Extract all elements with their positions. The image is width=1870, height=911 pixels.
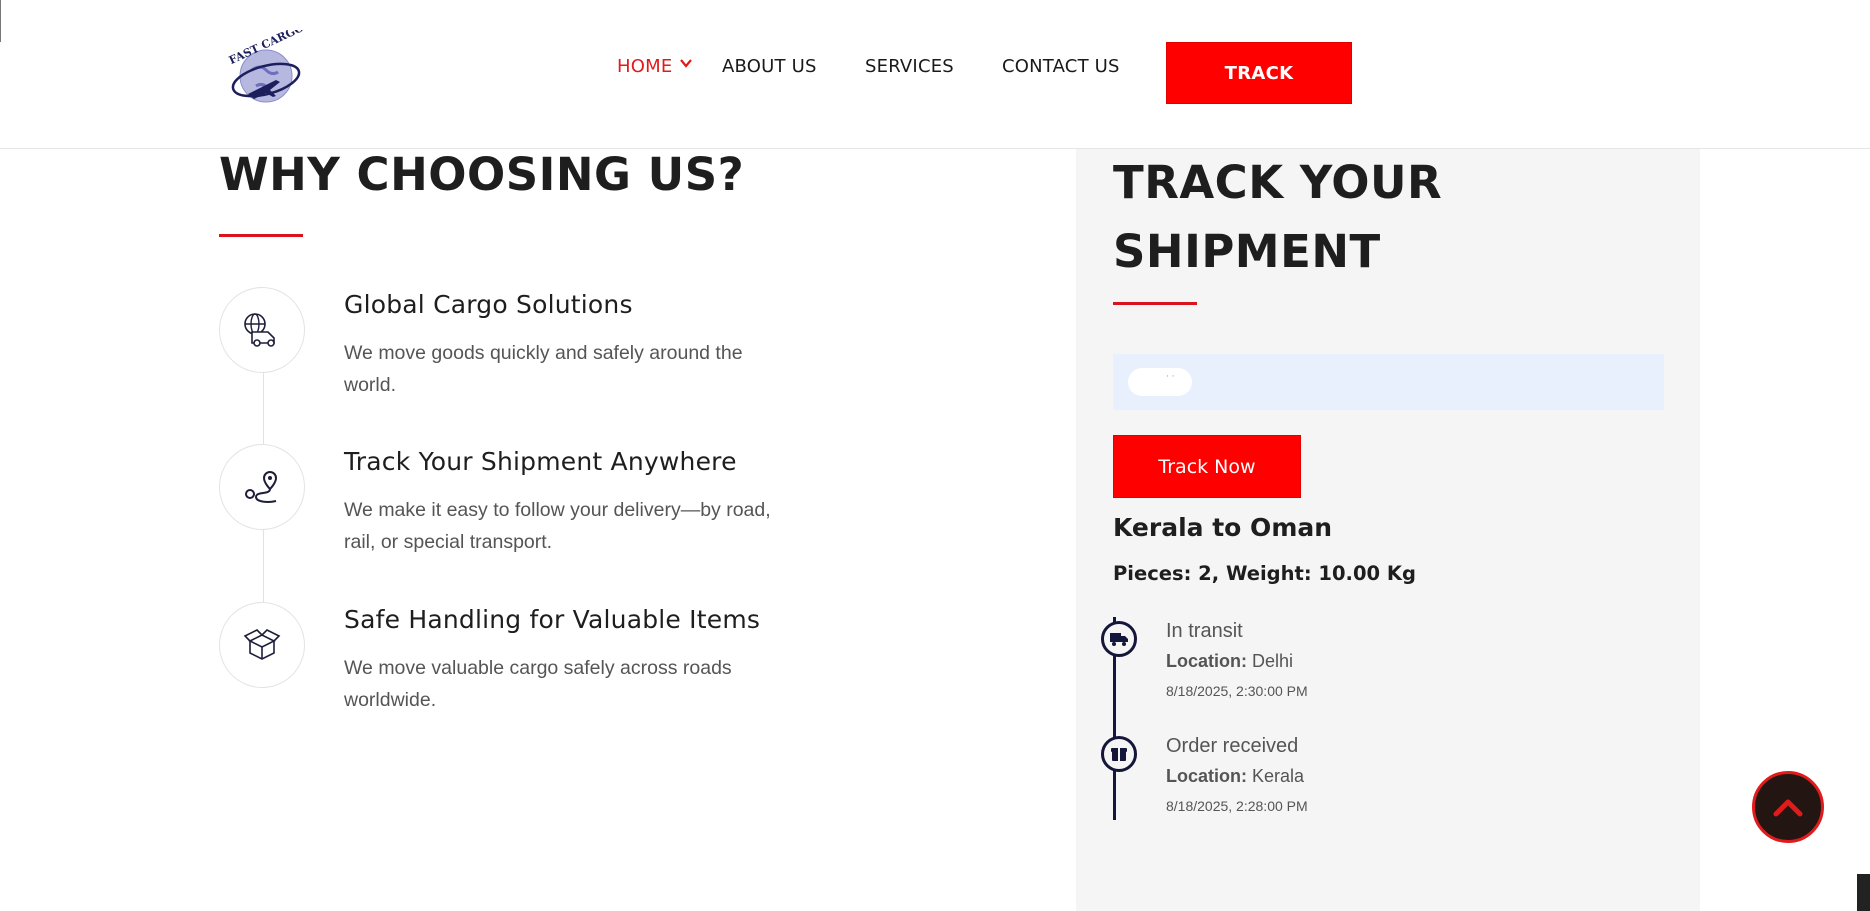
track-shipment-title: TRACK YOUR SHIPMENT [1113, 156, 1443, 278]
timeline-marker [1101, 621, 1137, 657]
chevron-down-icon[interactable] [679, 56, 693, 70]
input-dots: · · [1166, 372, 1175, 382]
track-title-underline [1113, 302, 1197, 305]
box-icon [1111, 748, 1127, 761]
why-title-underline [219, 234, 303, 237]
feature-description: We move goods quickly and safely around … [344, 342, 743, 396]
nav-contact-us[interactable]: CONTACT US [1002, 56, 1120, 77]
feature-icon-circle [219, 287, 305, 373]
site-header: FAST CARGO HOME ABOUT US SERVICES CONTAC… [0, 0, 1870, 149]
event-location: Location: Delhi [1166, 651, 1293, 672]
open-box-icon [243, 629, 281, 660]
autofill-overlay [1128, 368, 1192, 396]
shipment-route: Kerala to Oman [1113, 513, 1333, 542]
nav-about-us[interactable]: ABOUT US [722, 56, 817, 77]
shipment-pieces-weight: Pieces: 2, Weight: 10.00 Kg [1113, 562, 1416, 585]
why-choosing-title: WHY CHOOSING US? [219, 148, 745, 201]
delivery-globe-icon [244, 313, 275, 347]
feature-description: We move valuable cargo safely across roa… [344, 657, 732, 711]
feature-icon-circle [219, 602, 305, 688]
event-location-label: Location: [1166, 766, 1247, 786]
timeline-marker [1101, 736, 1137, 772]
track-now-button[interactable]: Track Now [1113, 435, 1301, 498]
fast-cargo-logo[interactable]: FAST CARGO [222, 30, 310, 110]
scroll-to-top-button[interactable] [1752, 771, 1824, 843]
event-status: Order received [1166, 735, 1299, 757]
chevron-up-icon [1773, 799, 1803, 817]
event-location-label: Location: [1166, 651, 1247, 671]
header-track-button[interactable]: TRACK [1166, 42, 1352, 104]
feature-title: Track Your Shipment Anywhere [344, 447, 737, 476]
event-location-value: Delhi [1252, 651, 1294, 671]
feature-title: Global Cargo Solutions [344, 290, 633, 319]
event-status: In transit [1166, 620, 1243, 642]
event-time: 8/18/2025, 2:30:00 PM [1166, 683, 1308, 699]
route-pin-icon [245, 470, 278, 503]
event-location: Location: Kerala [1166, 766, 1304, 787]
page-edge-widget[interactable] [1857, 874, 1870, 911]
truck-icon [1110, 633, 1128, 646]
feature-icon-circle [219, 444, 305, 530]
tracking-number-input[interactable] [1113, 354, 1664, 410]
event-location-value: Kerala [1252, 766, 1305, 786]
nav-home[interactable]: HOME [617, 56, 672, 77]
event-time: 8/18/2025, 2:28:00 PM [1166, 798, 1308, 814]
feature-description: We make it easy to follow your delivery—… [344, 499, 771, 553]
window-edge-mark [0, 0, 1, 42]
nav-services[interactable]: SERVICES [865, 56, 954, 77]
feature-title: Safe Handling for Valuable Items [344, 605, 761, 634]
